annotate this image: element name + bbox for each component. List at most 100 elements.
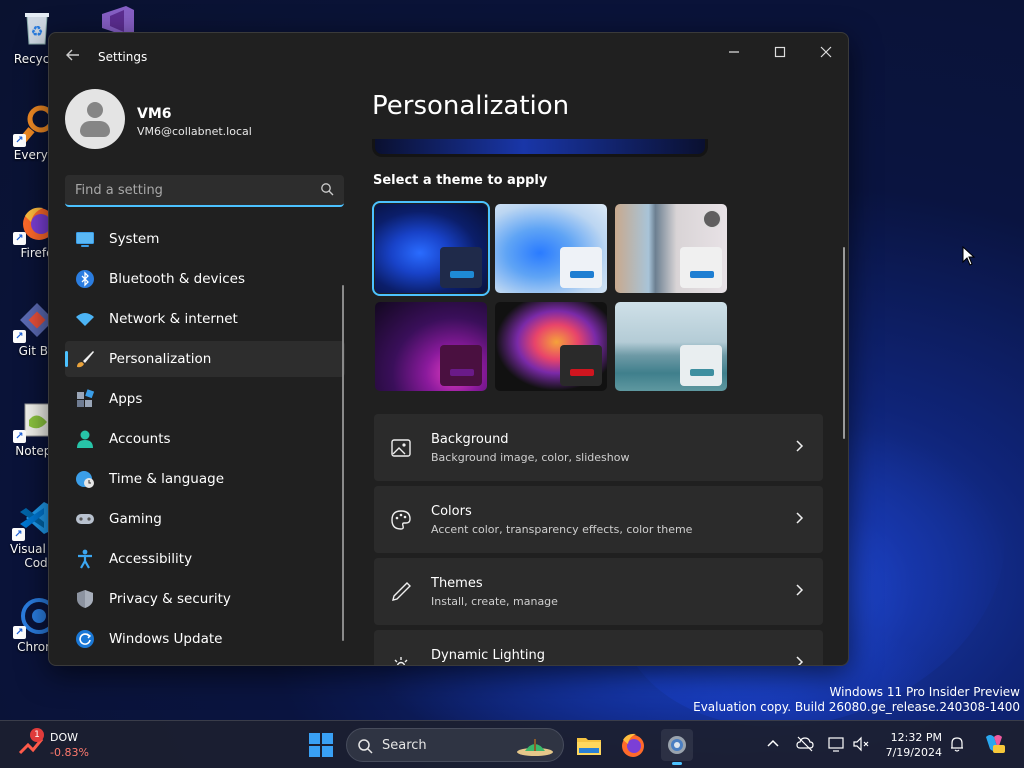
mouse-cursor-icon — [962, 246, 976, 266]
theme-accent-bar — [570, 271, 594, 278]
sidebar-item-personalization[interactable]: Personalization — [65, 341, 345, 377]
sidebar-item-accounts[interactable]: Accounts — [65, 421, 345, 457]
avatar-body-shape — [80, 121, 110, 137]
sidebar-item-accessibility[interactable]: Accessibility — [65, 541, 345, 577]
theme-preview-window — [440, 345, 482, 386]
sidebar-item-network[interactable]: Network & internet — [65, 301, 345, 337]
title-bar[interactable]: Settings — [49, 33, 848, 81]
avatar-head-shape — [87, 102, 103, 118]
back-arrow-icon — [66, 49, 79, 61]
sidebar-item-label: Personalization — [109, 351, 212, 367]
copilot-icon[interactable] — [982, 731, 1006, 755]
back-button[interactable] — [63, 47, 83, 67]
card-title: Themes — [431, 576, 483, 591]
globe-clock-icon — [76, 471, 94, 488]
sidebar-scrollbar[interactable] — [342, 285, 344, 641]
search-icon[interactable] — [320, 182, 334, 196]
avatar[interactable] — [65, 89, 125, 149]
bluetooth-icon — [76, 270, 94, 288]
system-clock[interactable]: 12:32 PM 7/19/2024 — [880, 730, 942, 760]
taskbar-settings[interactable] — [661, 729, 693, 765]
theme-preview-window — [560, 247, 602, 288]
theme-tile-captured-motion[interactable] — [495, 302, 607, 391]
sidebar-item-bluetooth[interactable]: Bluetooth & devices — [65, 261, 345, 297]
taskbar-file-explorer[interactable] — [573, 729, 605, 761]
pen-icon — [392, 582, 411, 601]
cloud-offline-icon[interactable] — [796, 735, 814, 753]
card-dynamic-lighting[interactable]: Dynamic Lighting — [374, 630, 823, 665]
search-label: Search — [382, 738, 427, 753]
clock-time: 12:32 PM — [890, 731, 942, 744]
theme-preview-window — [560, 345, 602, 386]
sidebar-item-label: Accounts — [109, 431, 171, 447]
theme-tile-flow[interactable] — [615, 302, 727, 391]
apps-icon — [77, 389, 95, 407]
card-subtitle: Accent color, transparency effects, colo… — [431, 523, 693, 536]
sidebar-item-system[interactable]: System — [65, 221, 345, 257]
folder-icon — [577, 738, 601, 755]
find-setting-box[interactable] — [65, 175, 344, 207]
user-name: VM6 — [137, 106, 172, 122]
close-icon — [820, 46, 832, 58]
theme-tile-spotlight[interactable] — [615, 204, 727, 293]
shortcut-arrow-icon: ↗ — [13, 626, 26, 639]
sidebar-item-gaming[interactable]: Gaming — [65, 501, 345, 537]
stock-widget[interactable]: 1 DOW -0.83% — [18, 728, 98, 763]
theme-preview-window — [680, 345, 722, 386]
theme-preview — [372, 139, 708, 157]
sidebar-item-label: Bluetooth & devices — [109, 271, 246, 287]
sidebar-item-privacy[interactable]: Privacy & security — [65, 581, 345, 617]
sidebar-item-label: Network & internet — [109, 311, 238, 327]
shield-icon — [77, 590, 93, 608]
card-title: Background — [431, 432, 509, 447]
svg-text:♻: ♻ — [31, 24, 44, 40]
chevron-up-icon[interactable] — [764, 735, 782, 753]
app-title: Settings — [98, 50, 148, 64]
taskbar-search[interactable]: Search — [346, 728, 564, 762]
theme-accent-bar — [570, 369, 594, 376]
shortcut-arrow-icon: ↗ — [13, 330, 26, 343]
theme-accent-bar — [450, 271, 474, 278]
speaker-muted-icon[interactable] — [852, 735, 870, 753]
close-button[interactable] — [803, 39, 848, 69]
chevron-right-icon — [796, 440, 804, 452]
sidebar-item-label: Privacy & security — [109, 591, 231, 607]
accessibility-icon — [78, 549, 92, 569]
sidebar-item-apps[interactable]: Apps — [65, 381, 345, 417]
shortcut-arrow-icon: ↗ — [13, 134, 26, 147]
watermark-line2: Evaluation copy. Build 26080.ge_release.… — [693, 700, 1020, 714]
notification-badge: 1 — [30, 728, 44, 742]
display-icon[interactable] — [828, 735, 846, 753]
minimize-button[interactable] — [711, 39, 757, 69]
theme-accent-bar — [450, 369, 474, 376]
watermark-line1: Windows 11 Pro Insider Preview — [829, 685, 1020, 699]
theme-tile-glow[interactable] — [375, 302, 487, 391]
sidebar-item-label: Time & language — [109, 471, 225, 487]
maximize-button[interactable] — [757, 39, 803, 69]
theme-accent-bar — [690, 271, 714, 278]
windows-logo-icon — [309, 733, 333, 757]
theme-preview-window — [440, 247, 482, 288]
person-icon — [77, 430, 93, 448]
wifi-icon — [76, 313, 94, 326]
update-icon — [76, 630, 94, 648]
sidebar-item-windows-update[interactable]: Windows Update — [65, 621, 345, 657]
start-button[interactable] — [306, 730, 336, 760]
clock-date: 7/19/2024 — [885, 746, 942, 759]
card-title: Dynamic Lighting — [431, 648, 546, 663]
theme-tile-windows-dark[interactable] — [372, 201, 490, 296]
card-colors[interactable]: Colors Accent color, transparency effect… — [374, 486, 823, 553]
card-title: Colors — [431, 504, 472, 519]
content-scrollbar[interactable] — [843, 247, 845, 439]
settings-window: Settings VM6 VM6@collabnet.local System — [48, 32, 849, 666]
search-input[interactable] — [75, 175, 305, 205]
taskbar-firefox[interactable] — [617, 729, 649, 761]
card-background[interactable]: Background Background image, color, slid… — [374, 414, 823, 481]
card-subtitle: Background image, color, slideshow — [431, 451, 630, 464]
theme-tile-windows-light[interactable] — [495, 204, 607, 293]
shortcut-arrow-icon: ↗ — [13, 430, 26, 443]
bell-icon[interactable] — [948, 735, 966, 753]
card-themes[interactable]: Themes Install, create, manage — [374, 558, 823, 625]
sidebar-item-time-language[interactable]: Time & language — [65, 461, 345, 497]
shortcut-arrow-icon: ↗ — [13, 232, 26, 245]
